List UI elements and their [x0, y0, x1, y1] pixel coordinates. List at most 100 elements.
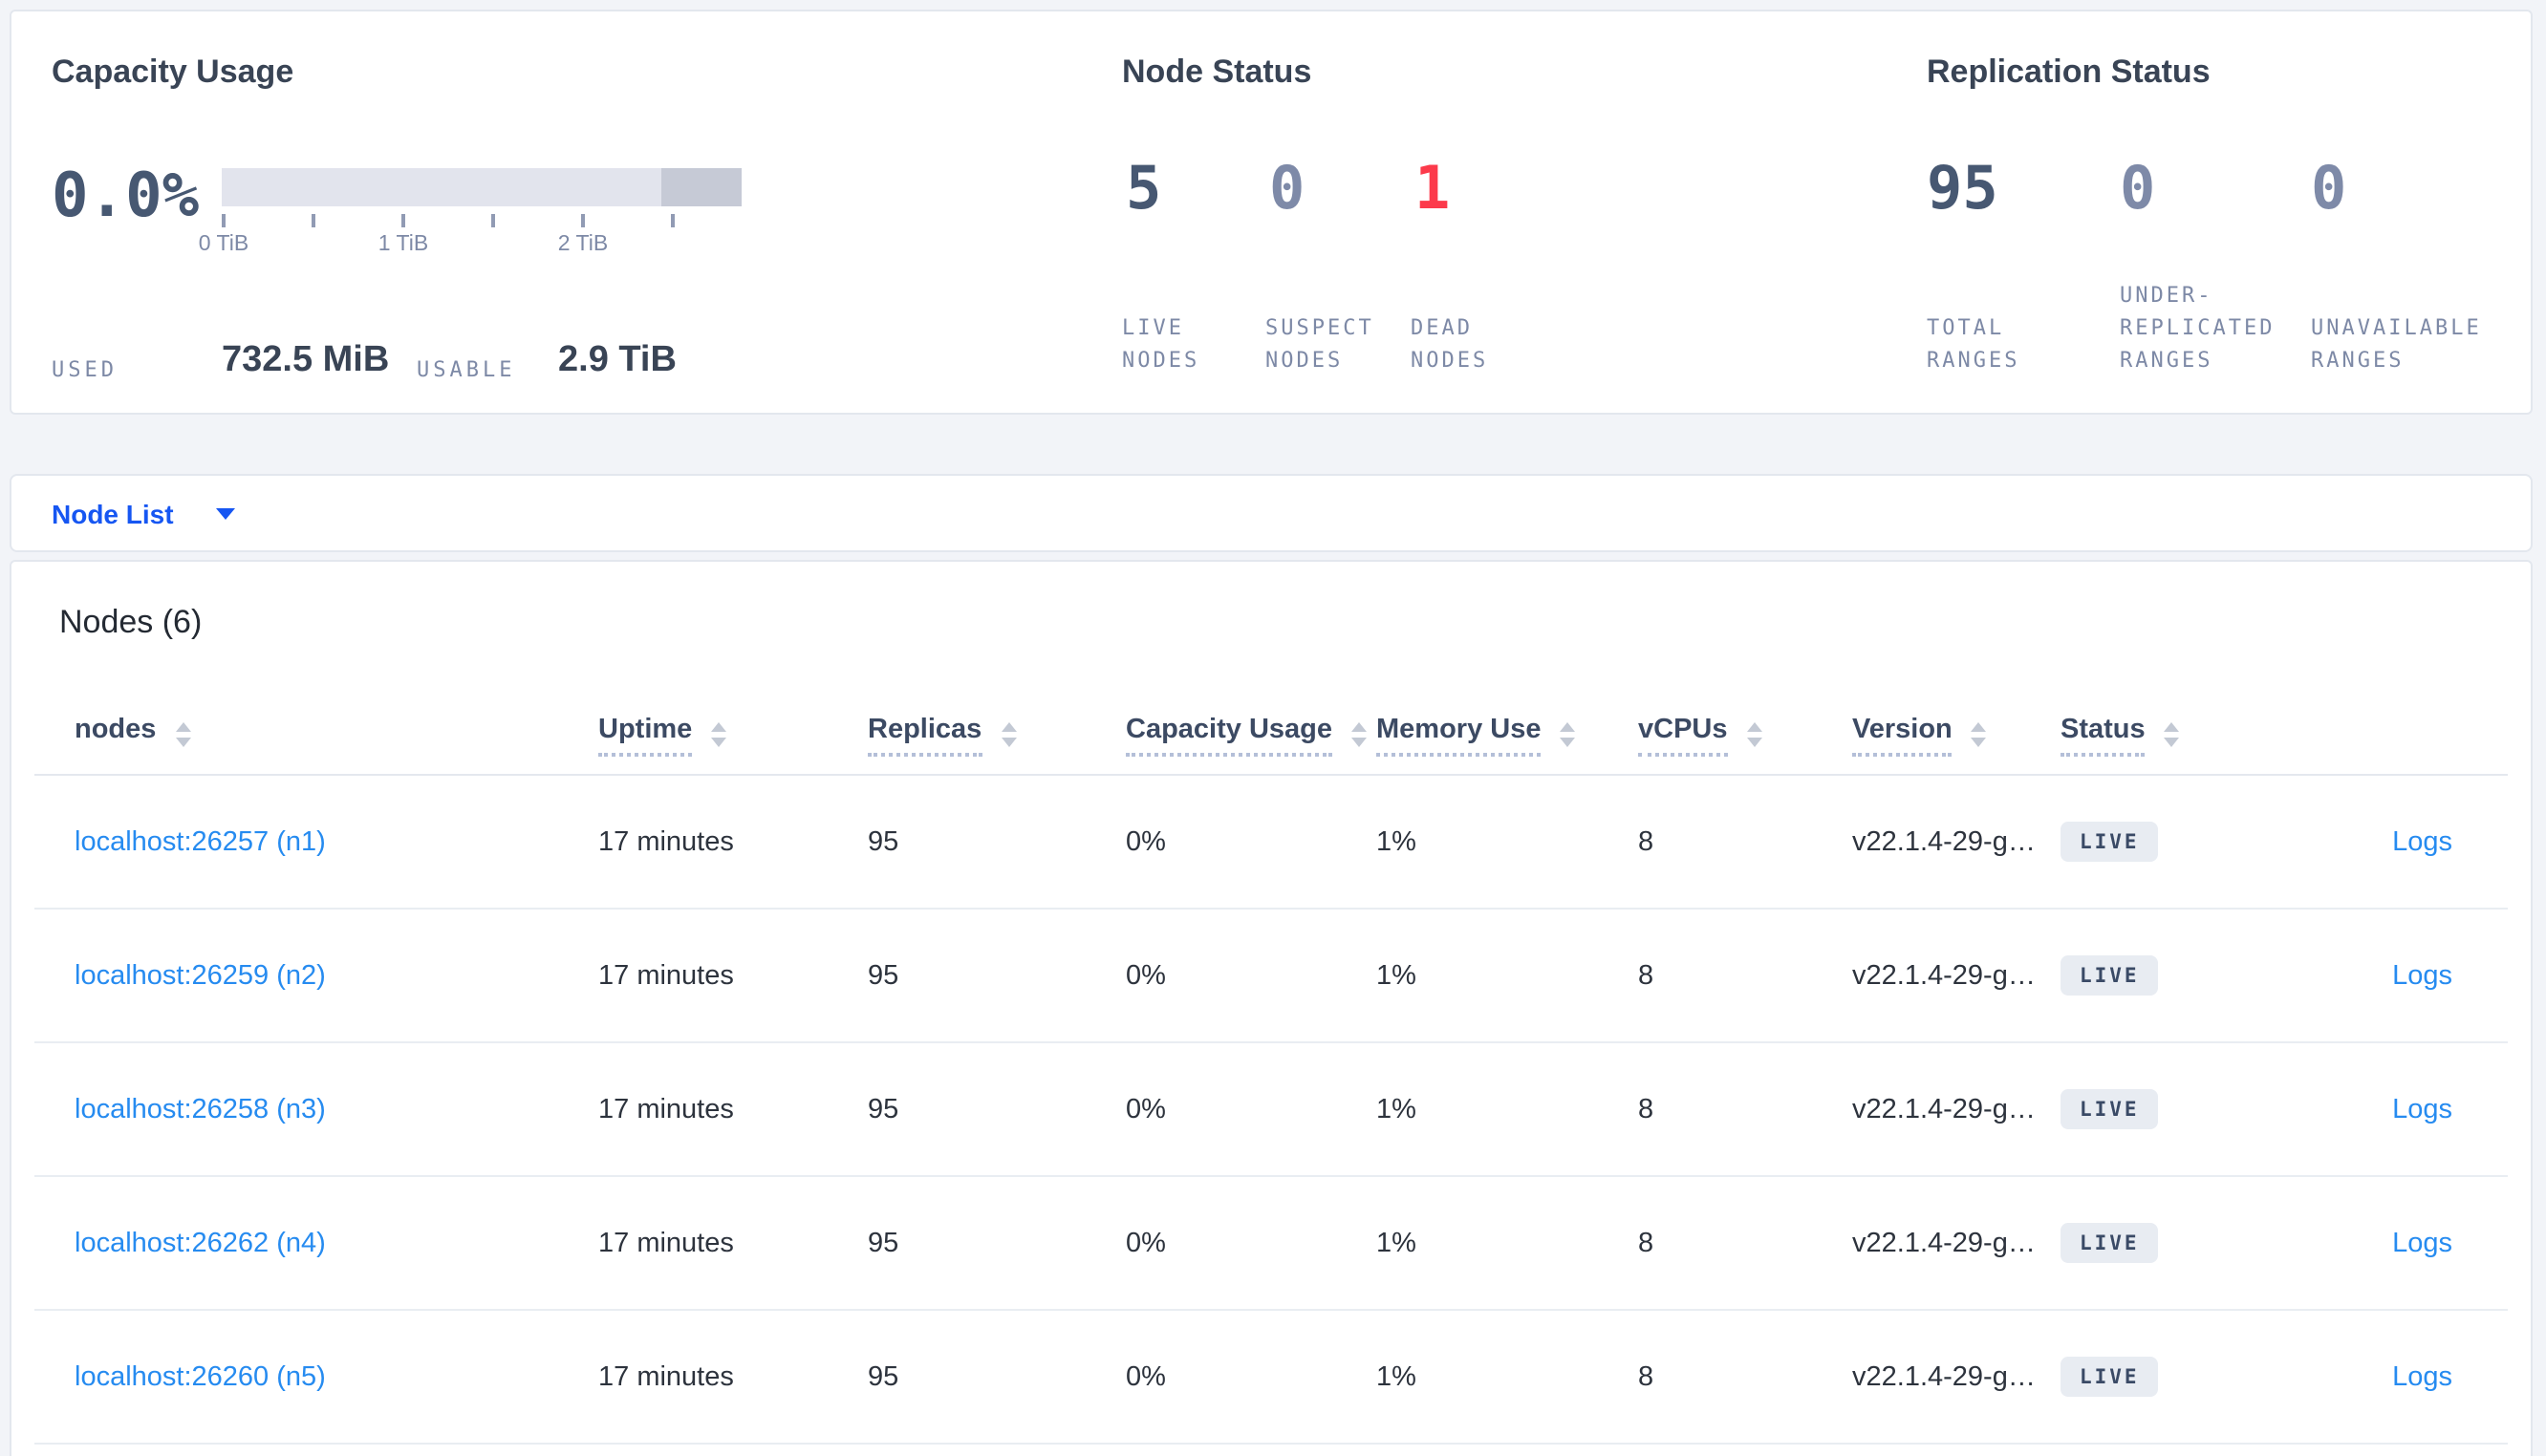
live-nodes-count: 5 — [1126, 155, 1162, 224]
status-cell: LIVE — [2061, 1357, 2299, 1397]
capacity-usage-bar-segment — [661, 168, 742, 206]
replicas-cell: 95 — [868, 1361, 899, 1392]
node-link[interactable]: localhost:26260 (n5) — [75, 1361, 598, 1392]
version-cell: v22.1.4-29-g… — [1852, 1361, 2036, 1392]
logs-link[interactable]: Logs — [2299, 1361, 2452, 1392]
sort-icon — [2164, 722, 2180, 747]
sort-icon — [1560, 722, 1576, 747]
table-header-row: nodes Uptime Replicas Capacity Usage Mem… — [34, 696, 2508, 776]
uptime-cell: 17 minutes — [598, 960, 734, 991]
suspect-nodes-count: 0 — [1269, 155, 1305, 224]
table-row: localhost:26257 (n1) 17 minutes 95 0% 1%… — [34, 776, 2508, 910]
logs-link[interactable]: Logs — [2299, 826, 2452, 857]
table-body: localhost:26257 (n1) 17 minutes 95 0% 1%… — [34, 776, 2508, 1445]
replicas-cell: 95 — [868, 1228, 899, 1258]
logs-link[interactable]: Logs — [2299, 1094, 2452, 1124]
vcpus-cell: 8 — [1638, 1094, 1654, 1124]
logs-link[interactable]: Logs — [2299, 960, 2452, 991]
version-cell: v22.1.4-29-g… — [1852, 1228, 2036, 1258]
column-header-replicas[interactable]: Replicas — [868, 714, 1126, 756]
version-cell: v22.1.4-29-g… — [1852, 1094, 2036, 1124]
column-header-vcpus[interactable]: vCPUs — [1638, 714, 1852, 756]
status-badge: LIVE — [2061, 1357, 2159, 1397]
status-badge: LIVE — [2061, 1089, 2159, 1129]
suspect-nodes-label: SUSPECT NODES — [1265, 315, 1374, 373]
vcpus-cell: 8 — [1638, 960, 1654, 991]
axis-tick — [312, 214, 315, 227]
column-header-version[interactable]: Version — [1852, 714, 2061, 756]
replicas-cell: 95 — [868, 826, 899, 857]
replicas-cell: 95 — [868, 960, 899, 991]
column-header-capacity-usage[interactable]: Capacity Usage — [1126, 714, 1376, 756]
table-row: localhost:26258 (n3) 17 minutes 95 0% 1%… — [34, 1043, 2508, 1177]
caret-down-icon — [215, 507, 235, 519]
table-row: localhost:26259 (n2) 17 minutes 95 0% 1%… — [34, 910, 2508, 1043]
memory-cell: 1% — [1376, 1094, 1416, 1124]
total-ranges-label: TOTAL RANGES — [1927, 315, 2020, 373]
capacity-cell: 0% — [1126, 960, 1166, 991]
status-cell: LIVE — [2061, 1089, 2299, 1129]
version-cell: v22.1.4-29-g… — [1852, 960, 2036, 991]
under-replicated-label: UNDER- REPLICATED RANGES — [2120, 283, 2276, 373]
uptime-cell: 17 minutes — [598, 1361, 734, 1392]
capacity-usage-percent: 0.0% — [52, 159, 200, 231]
dead-nodes-count: 1 — [1414, 155, 1451, 224]
uptime-cell: 17 minutes — [598, 826, 734, 857]
capacity-cell: 0% — [1126, 826, 1166, 857]
cluster-overview-page: Capacity Usage 0.0% 0 TiB 1 TiB 2 TiB US… — [0, 0, 2546, 1456]
used-label: USED — [52, 357, 118, 382]
under-replicated-count: 0 — [2120, 155, 2156, 224]
node-link[interactable]: localhost:26257 (n1) — [75, 826, 598, 857]
memory-cell: 1% — [1376, 1228, 1416, 1258]
view-selector-label: Node List — [52, 498, 174, 528]
capacity-usage-title: Capacity Usage — [52, 54, 294, 90]
used-value: 732.5 MiB — [222, 340, 390, 380]
sort-icon — [711, 722, 727, 747]
usable-label: USABLE — [417, 357, 516, 382]
table-row: localhost:26262 (n4) 17 minutes 95 0% 1%… — [34, 1177, 2508, 1311]
unavailable-label: UNAVAILABLE RANGES — [2311, 315, 2482, 373]
logs-link[interactable]: Logs — [2299, 1228, 2452, 1258]
node-link[interactable]: localhost:26258 (n3) — [75, 1094, 598, 1124]
node-link[interactable]: localhost:26259 (n2) — [75, 960, 598, 991]
vcpus-cell: 8 — [1638, 1361, 1654, 1392]
live-nodes-label: LIVE NODES — [1122, 315, 1200, 373]
axis-tick — [222, 214, 226, 227]
uptime-cell: 17 minutes — [598, 1094, 734, 1124]
version-cell: v22.1.4-29-g… — [1852, 826, 2036, 857]
axis-tick — [671, 214, 675, 227]
column-header-memory-use[interactable]: Memory Use — [1376, 714, 1638, 756]
axis-tick — [581, 214, 585, 227]
capacity-usage-bar — [222, 168, 742, 206]
sort-icon — [1746, 722, 1762, 747]
axis-tick — [401, 214, 405, 227]
axis-tick-label: 1 TiB — [378, 233, 429, 256]
status-cell: LIVE — [2061, 955, 2299, 996]
capacity-cell: 0% — [1126, 1228, 1166, 1258]
status-badge: LIVE — [2061, 822, 2159, 862]
unavailable-count: 0 — [2311, 155, 2347, 224]
status-badge: LIVE — [2061, 955, 2159, 996]
total-ranges-count: 95 — [1927, 155, 1998, 224]
view-selector-dropdown[interactable]: Node List — [10, 474, 2533, 552]
nodes-table-panel: Nodes (6) nodes Uptime Replicas Capacity… — [10, 560, 2533, 1456]
nodes-section-title: Nodes (6) — [59, 604, 203, 640]
column-header-nodes[interactable]: nodes — [75, 714, 598, 756]
status-cell: LIVE — [2061, 1223, 2299, 1263]
column-header-status[interactable]: Status — [2061, 714, 2299, 756]
replicas-cell: 95 — [868, 1094, 899, 1124]
sort-icon — [1001, 722, 1017, 747]
uptime-cell: 17 minutes — [598, 1228, 734, 1258]
vcpus-cell: 8 — [1638, 1228, 1654, 1258]
axis-tick-label: 2 TiB — [557, 233, 609, 256]
column-header-uptime[interactable]: Uptime — [598, 714, 868, 756]
cluster-summary-panel: Capacity Usage 0.0% 0 TiB 1 TiB 2 TiB US… — [10, 10, 2533, 415]
table-row: localhost:26260 (n5) 17 minutes 95 0% 1%… — [34, 1311, 2508, 1445]
memory-cell: 1% — [1376, 960, 1416, 991]
axis-tick-label: 0 TiB — [198, 233, 249, 256]
vcpus-cell: 8 — [1638, 826, 1654, 857]
node-link[interactable]: localhost:26262 (n4) — [75, 1228, 598, 1258]
sort-icon — [1971, 722, 1987, 747]
sort-icon — [175, 722, 191, 747]
dead-nodes-label: DEAD NODES — [1411, 315, 1489, 373]
